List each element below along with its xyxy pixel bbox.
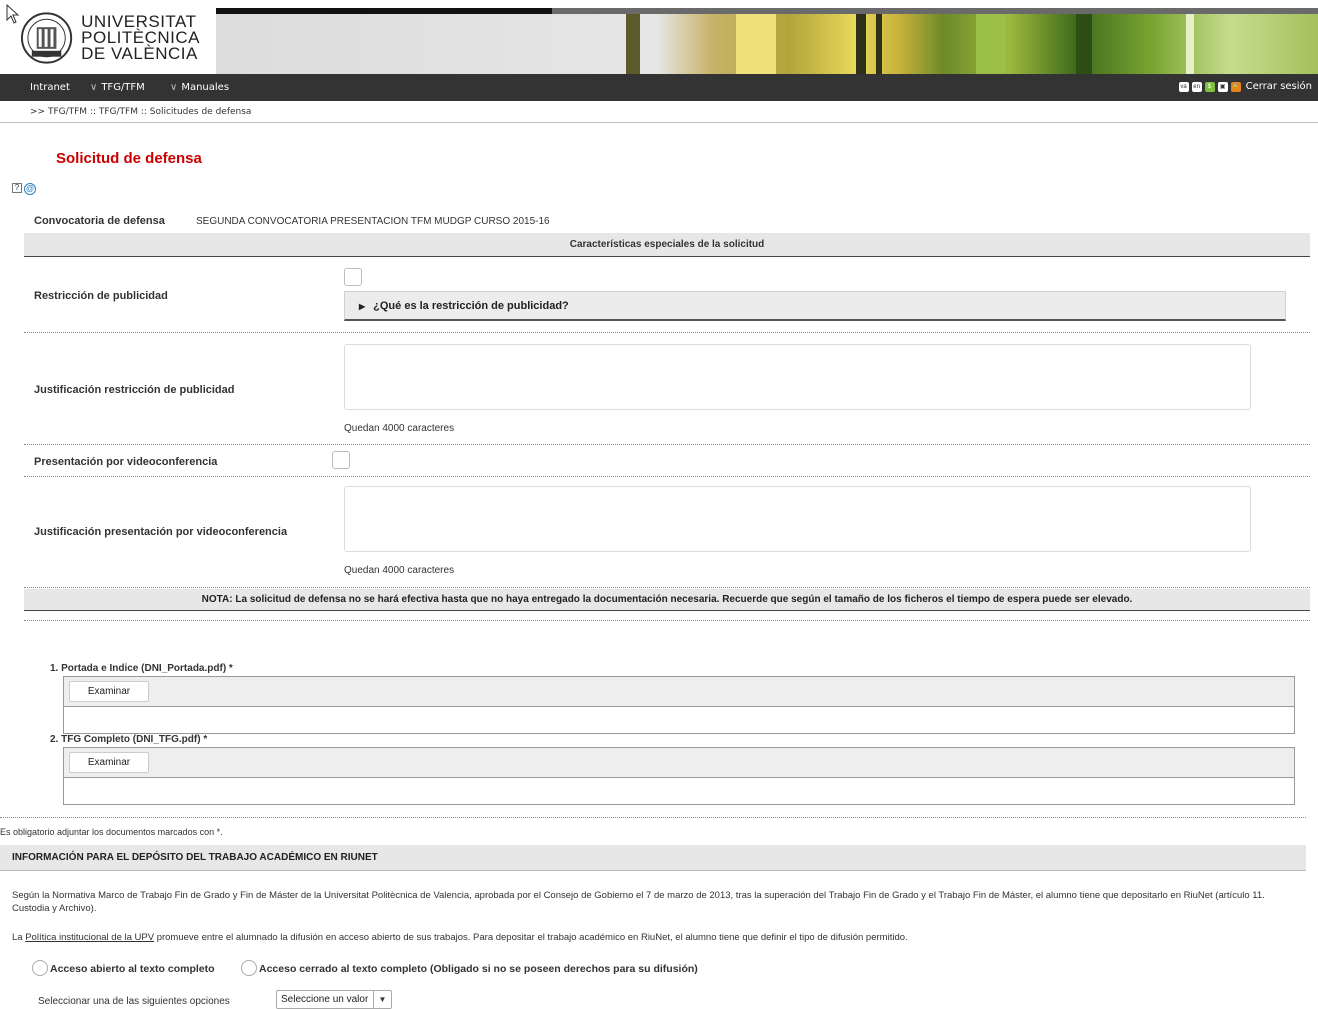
restriction-info-label: ¿Qué es la restricción de publicidad?	[373, 300, 569, 312]
breadcrumb: >> TFG/TFM :: TFG/TFM :: Solicitudes de …	[30, 107, 252, 117]
upv-logo-text: UNIVERSITAT POLITÈCNICA DE VALÈNCIA	[81, 13, 200, 63]
restriction-justification-label: Justificación restricción de publicidad	[34, 384, 235, 396]
special-features-header: Características especiales de la solicit…	[24, 233, 1310, 257]
riunet-paragraph-1: Según la Normativa Marco de Trabajo Fin …	[12, 890, 1265, 914]
riunet-paragraph-2: La Política institucional de la UPV prom…	[12, 931, 1302, 944]
divider	[24, 444, 1310, 445]
divider	[24, 476, 1310, 477]
browse-button-tfg[interactable]: Examinar	[69, 752, 149, 773]
banner-stripe	[976, 14, 1006, 74]
money-icon[interactable]: $	[1204, 81, 1215, 92]
divider	[0, 122, 1318, 123]
file-upload-toolbar: Examinar	[64, 677, 1294, 707]
restriction-justification-input[interactable]	[344, 344, 1251, 410]
diffusion-select-value: Seleccione un valor	[281, 994, 369, 1005]
nav-tfg-tfm-label: TFG/TFM	[101, 82, 145, 93]
browse-button-portada[interactable]: Examinar	[69, 681, 149, 702]
contact-at-icon[interactable]: @	[24, 183, 36, 195]
help-icon[interactable]: ?	[12, 183, 22, 193]
policy-link[interactable]: Política institucional de la UPV	[25, 932, 154, 943]
nav-tfg-tfm[interactable]: ∨ TFG/TFM	[90, 82, 145, 93]
note-banner: NOTA: La solicitud de defensa no se hará…	[24, 589, 1310, 611]
caret-right-icon: ▶	[359, 302, 366, 311]
videoconference-justification-input[interactable]	[344, 486, 1251, 552]
help-tools: ? @	[12, 183, 36, 195]
file-upload-toolbar: Examinar	[64, 748, 1294, 778]
videoconference-justification-label: Justificación presentación por videoconf…	[34, 526, 288, 538]
header-banner-image	[216, 8, 1318, 74]
nav-manuales[interactable]: ∨ Manuales	[170, 82, 229, 93]
nav-manuales-label: Manuales	[181, 82, 230, 93]
restriction-label: Restricción de publicidad	[34, 290, 168, 302]
lock-icon[interactable]: 🔒	[1230, 81, 1241, 92]
banner-stripe	[1076, 14, 1092, 74]
window-icon[interactable]: ▣	[1217, 81, 1228, 92]
banner-grey-bar	[552, 8, 1318, 14]
lang-en-icon[interactable]: en	[1191, 81, 1202, 92]
chevron-down-icon: ∨	[170, 82, 178, 93]
upv-seal-icon	[20, 12, 73, 64]
lang-va-icon[interactable]: va	[1178, 81, 1189, 92]
chevron-down-icon: ∨	[90, 82, 98, 93]
page-title: Solicitud de defensa	[56, 150, 202, 167]
banner-dark-bar	[216, 8, 552, 14]
restriction-checkbox[interactable]	[344, 268, 362, 286]
banner-stripe	[626, 14, 640, 74]
page-header: UNIVERSITAT POLITÈCNICA DE VALÈNCIA	[0, 0, 1318, 74]
divider	[0, 817, 1306, 818]
banner-stripe	[876, 14, 882, 74]
banner-stripe	[736, 14, 776, 74]
para2-prefix: La	[12, 932, 26, 943]
divider	[24, 620, 1310, 621]
radio-closed-access-label: Acceso cerrado al texto completo (Obliga…	[259, 963, 698, 975]
top-nav: Intranet ∨ TFG/TFM ∨ Manuales va en $ ▣ 🔒 …	[0, 74, 1318, 101]
remaining-chars-1: Quedan 4000 caracteres	[344, 423, 455, 434]
remaining-chars-2: Quedan 4000 caracteres	[344, 565, 455, 576]
radio-open-access[interactable]	[32, 960, 48, 976]
divider	[24, 587, 1310, 588]
riunet-header: INFORMACIÓN PARA EL DEPÓSITO DEL TRABAJO…	[0, 845, 1306, 871]
convocatoria-value: SEGUNDA CONVOCATORIA PRESENTACION TFM MU…	[196, 216, 550, 227]
logo-line-3: DE VALÈNCIA	[81, 44, 198, 63]
nav-right-tools: va en $ ▣ 🔒 Cerrar sesión	[1178, 81, 1312, 92]
file-label-portada: 1. Portada e Indice (DNI_Portada.pdf) *	[50, 663, 233, 674]
radio-closed-access[interactable]	[241, 960, 257, 976]
file-upload-portada: Examinar	[63, 676, 1295, 734]
mouse-cursor-icon	[6, 4, 20, 24]
videoconference-checkbox[interactable]	[332, 451, 350, 469]
chevron-down-icon: ▼	[373, 991, 391, 1008]
logout-link[interactable]: Cerrar sesión	[1246, 81, 1312, 92]
videoconference-label: Presentación por videoconferencia	[34, 456, 218, 468]
mandatory-note: Es obligatorio adjuntar los documentos m…	[0, 827, 223, 837]
nav-intranet[interactable]: Intranet	[30, 82, 70, 93]
diffusion-select[interactable]: Seleccione un valor ▼	[276, 990, 392, 1009]
radio-open-access-label: Acceso abierto al texto completo	[50, 963, 215, 975]
para2-suffix: promueve entre el alumnado la difusión e…	[154, 932, 908, 943]
convocatoria-label: Convocatoria de defensa	[34, 215, 165, 227]
banner-stripe	[856, 14, 866, 74]
restriction-info-toggle[interactable]: ▶ ¿Qué es la restricción de publicidad?	[344, 291, 1286, 321]
select-options-label: Seleccionar una de las siguientes opcion…	[38, 996, 230, 1007]
divider	[24, 332, 1310, 333]
file-label-tfg: 2. TFG Completo (DNI_TFG.pdf) *	[50, 734, 208, 745]
banner-stripe	[1186, 14, 1194, 74]
upv-logo[interactable]: UNIVERSITAT POLITÈCNICA DE VALÈNCIA	[20, 10, 200, 66]
file-upload-tfg: Examinar	[63, 747, 1295, 805]
